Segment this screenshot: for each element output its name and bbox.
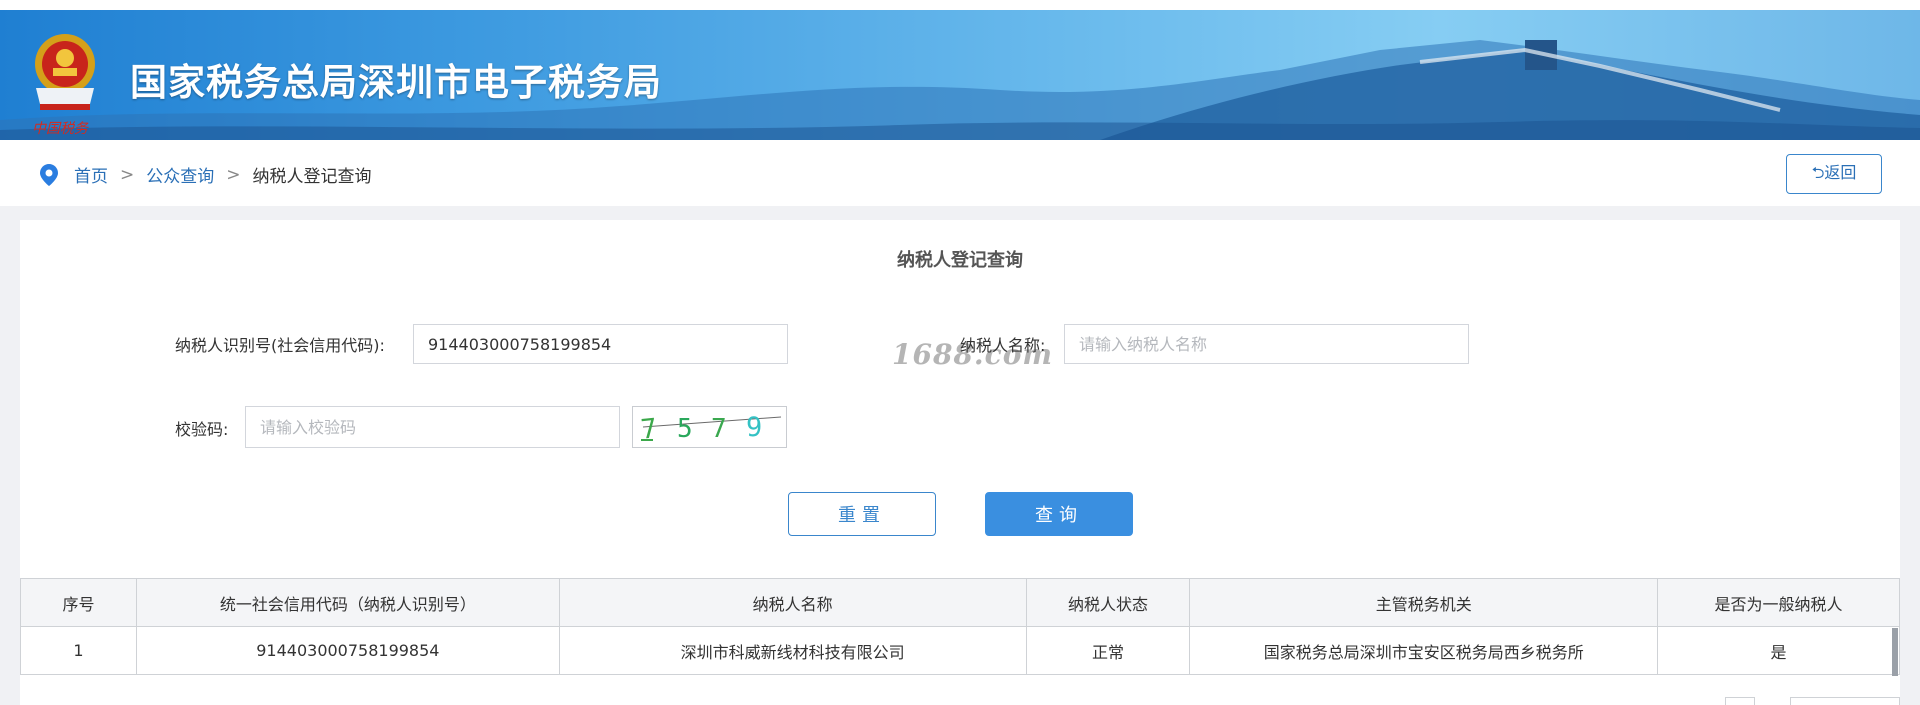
cell-taxpayer-name: 深圳市科威新线材科技有限公司 <box>558 626 1027 675</box>
captcha-char: 7 <box>711 414 727 444</box>
captcha-input[interactable] <box>245 406 620 448</box>
site-banner: 中国税务 国家税务总局深圳市电子税务局 <box>0 10 1920 140</box>
cell-status: 正常 <box>1025 626 1191 675</box>
table-scrollbar[interactable] <box>1892 628 1898 676</box>
result-table: 序号 统一社会信用代码（纳税人识别号） 纳税人名称 纳税人状态 主管税务机关 是… <box>20 578 1900 675</box>
breadcrumb: 首页 > 公众查询 > 纳税人登记查询 <box>40 162 372 187</box>
captcha-label: 校验码: <box>175 420 229 439</box>
cell-general-taxpayer: 是 <box>1657 626 1900 675</box>
cell-index: 1 <box>20 626 137 675</box>
reset-button[interactable]: 重置 <box>788 492 936 536</box>
captcha-image[interactable]: 7 5 7 9 <box>632 406 787 448</box>
column-header-taxpayer-name: 纳税人名称 <box>558 578 1027 627</box>
column-header-credit-code: 统一社会信用代码（纳税人识别号） <box>135 578 560 627</box>
query-panel: 纳税人登记查询 纳税人识别号(社会信用代码): 1688.com 纳税人名称: … <box>20 220 1900 705</box>
breadcrumb-current: 纳税人登记查询 <box>252 167 372 187</box>
table-header-row: 序号 统一社会信用代码（纳税人识别号） 纳税人名称 纳税人状态 主管税务机关 是… <box>20 578 1900 627</box>
column-header-tax-authority: 主管税务机关 <box>1189 578 1659 627</box>
cell-credit-code: 914403000758199854 <box>135 626 560 675</box>
emblem-caption: 中国税务 <box>32 121 88 137</box>
captcha-char: 5 <box>677 414 693 444</box>
top-strip <box>0 0 1920 10</box>
query-button[interactable]: 查询 <box>985 492 1133 536</box>
breadcrumb-public-query-link[interactable]: 公众查询 <box>146 162 214 187</box>
taxpayer-name-label: 纳税人名称: <box>960 336 1046 355</box>
column-header-general-taxpayer: 是否为一般纳税人 <box>1657 578 1900 627</box>
breadcrumb-separator: > <box>226 164 241 185</box>
cell-tax-authority: 国家税务总局深圳市宝安区税务局西乡税务所 <box>1189 626 1659 675</box>
breadcrumb-separator: > <box>120 164 135 185</box>
pager-size-select[interactable] <box>1790 697 1900 705</box>
breadcrumb-home-link[interactable]: 首页 <box>74 162 108 187</box>
breadcrumb-bar: 首页 > 公众查询 > 纳税人登记查询 ⮌返回 <box>0 140 1920 206</box>
pager-page-box[interactable] <box>1725 697 1755 705</box>
column-header-status: 纳税人状态 <box>1025 578 1191 627</box>
taxpayer-id-input[interactable] <box>413 324 788 364</box>
taxpayer-id-label: 纳税人识别号(社会信用代码): <box>175 336 385 355</box>
site-title: 国家税务总局深圳市电子税务局 <box>130 61 662 104</box>
location-pin-icon <box>40 163 58 186</box>
table-row[interactable]: 1 914403000758199854 深圳市科威新线材科技有限公司 正常 国… <box>20 626 1900 675</box>
taxpayer-name-input[interactable] <box>1064 324 1469 364</box>
panel-title: 纳税人登记查询 <box>897 250 1023 271</box>
back-button[interactable]: ⮌返回 <box>1786 154 1882 194</box>
captcha-char: 9 <box>746 412 762 443</box>
column-header-index: 序号 <box>20 578 137 627</box>
